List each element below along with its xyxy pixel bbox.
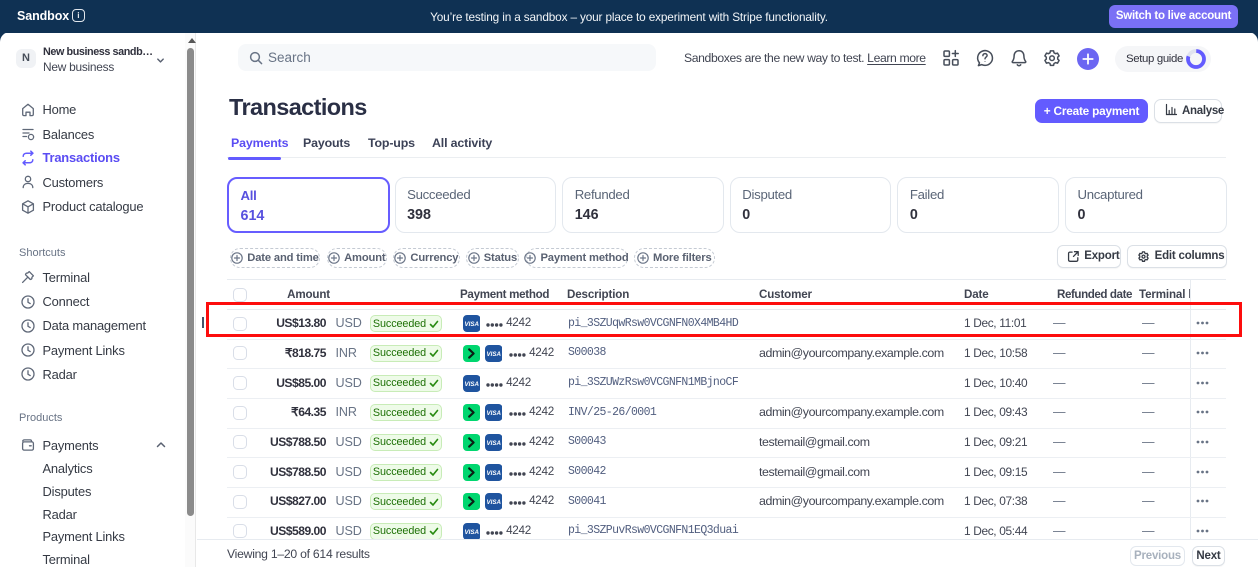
- svg-text:VISA: VISA: [486, 351, 501, 358]
- svg-text:VISA: VISA: [486, 440, 501, 447]
- svg-text:VISA: VISA: [464, 529, 479, 536]
- svg-text:VISA: VISA: [486, 470, 501, 477]
- svg-text:VISA: VISA: [486, 499, 501, 506]
- svg-text:VISA: VISA: [464, 381, 479, 388]
- svg-text:VISA: VISA: [486, 410, 501, 417]
